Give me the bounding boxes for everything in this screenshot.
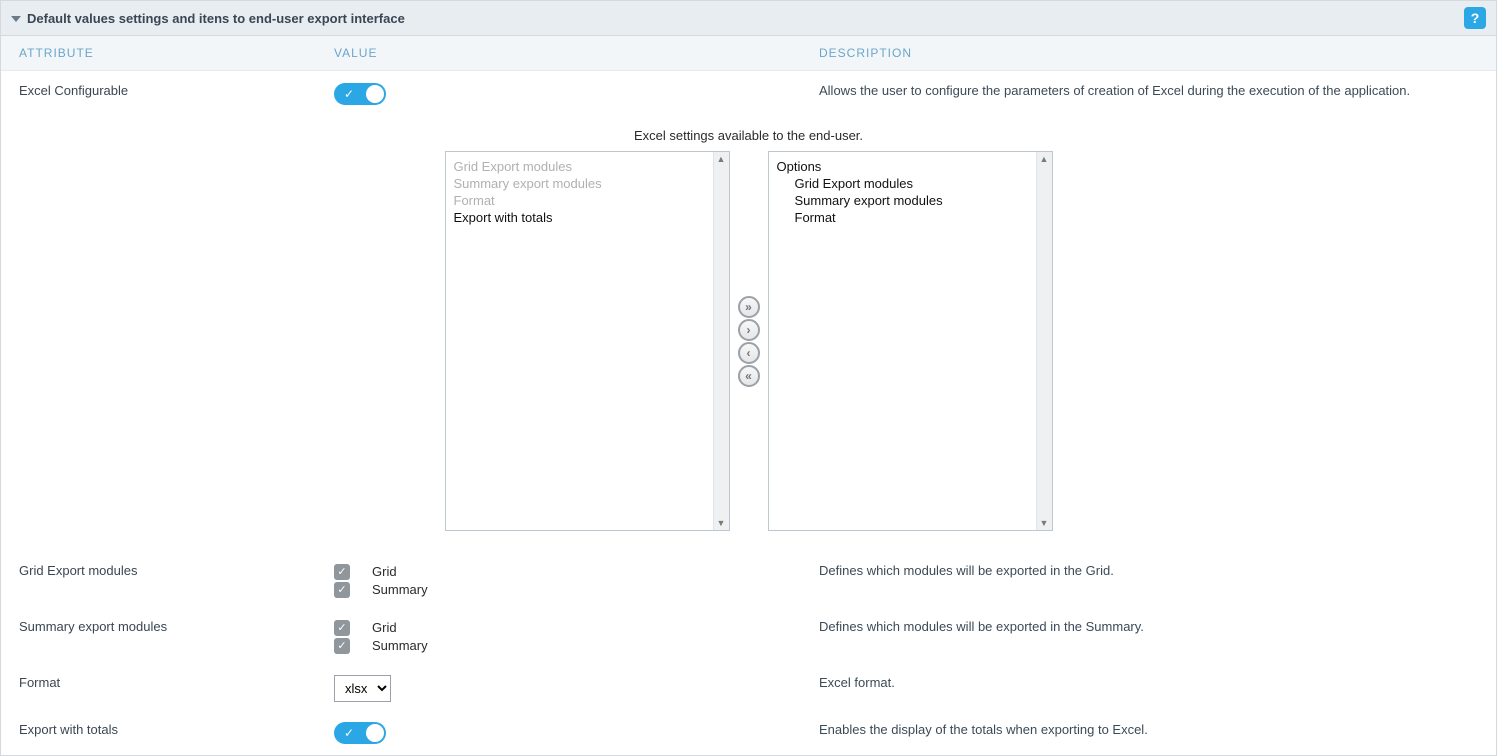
available-listbox[interactable]: Grid Export modules Summary export modul… — [445, 151, 730, 531]
desc-format: Excel format. — [819, 675, 1478, 690]
transfer-buttons: » › ‹ « — [738, 296, 760, 387]
help-icon: ? — [1471, 10, 1480, 26]
collapse-icon[interactable] — [11, 16, 21, 22]
row-summary-modules: Summary export modules ✓ Grid ✓ Summary … — [1, 607, 1496, 663]
checkbox-summary-modules-grid[interactable]: ✓ — [334, 620, 350, 636]
desc-excel-configurable: Allows the user to configure the paramet… — [819, 83, 1478, 98]
header-description: DESCRIPTION — [819, 46, 1478, 60]
attr-export-totals: Export with totals — [19, 722, 334, 737]
panel-title-wrap: Default values settings and itens to end… — [11, 11, 405, 26]
selected-item[interactable]: Grid Export modules — [777, 175, 1028, 192]
move-left-button[interactable]: ‹ — [738, 342, 760, 364]
toggle-knob — [366, 724, 384, 742]
row-format: Format xlsx Excel format. — [1, 663, 1496, 710]
grid-modules-option-grid: ✓ Grid — [334, 563, 819, 581]
summary-modules-option-summary: ✓ Summary — [334, 637, 819, 655]
picklist-wrap: Grid Export modules Summary export modul… — [1, 151, 1496, 531]
value-excel-configurable: ✓ — [334, 83, 819, 108]
value-format: xlsx — [334, 675, 819, 702]
row-grid-modules: Grid Export modules ✓ Grid ✓ Summary Def… — [1, 551, 1496, 607]
grid-modules-option-summary: ✓ Summary — [334, 581, 819, 599]
move-all-left-button[interactable]: « — [738, 365, 760, 387]
checkbox-label: Summary — [372, 637, 428, 655]
selected-scrollbar[interactable]: ▲ ▼ — [1036, 152, 1052, 530]
available-scrollbar[interactable]: ▲ ▼ — [713, 152, 729, 530]
format-select[interactable]: xlsx — [334, 675, 391, 702]
move-right-button[interactable]: › — [738, 319, 760, 341]
panel-header: Default values settings and itens to end… — [1, 1, 1496, 36]
panel-title: Default values settings and itens to end… — [27, 11, 405, 26]
checkbox-summary-modules-summary[interactable]: ✓ — [334, 638, 350, 654]
attr-summary-modules: Summary export modules — [19, 619, 334, 634]
checkbox-label: Grid — [372, 619, 397, 637]
available-item: Grid Export modules — [454, 158, 705, 175]
selected-listbox[interactable]: Options Grid Export modules Summary expo… — [768, 151, 1053, 531]
selected-item[interactable]: Summary export modules — [777, 192, 1028, 209]
desc-export-totals: Enables the display of the totals when e… — [819, 722, 1478, 737]
toggle-excel-configurable[interactable]: ✓ — [334, 83, 386, 105]
summary-modules-option-grid: ✓ Grid — [334, 619, 819, 637]
attr-excel-configurable: Excel Configurable — [19, 83, 334, 98]
header-attribute: ATTRIBUTE — [19, 46, 334, 60]
help-button[interactable]: ? — [1464, 7, 1486, 29]
available-item: Summary export modules — [454, 175, 705, 192]
desc-summary-modules: Defines which modules will be exported i… — [819, 619, 1478, 634]
value-summary-modules: ✓ Grid ✓ Summary — [334, 619, 819, 655]
desc-grid-modules: Defines which modules will be exported i… — [819, 563, 1478, 578]
toggle-export-totals[interactable]: ✓ — [334, 722, 386, 744]
header-value: VALUE — [334, 46, 819, 60]
value-grid-modules: ✓ Grid ✓ Summary — [334, 563, 819, 599]
row-excel-configurable: Excel Configurable ✓ Allows the user to … — [1, 71, 1496, 116]
picklist-caption: Excel settings available to the end-user… — [1, 128, 1496, 143]
toggle-knob — [366, 85, 384, 103]
available-list-content: Grid Export modules Summary export modul… — [446, 152, 713, 530]
value-export-totals: ✓ — [334, 722, 819, 747]
available-item[interactable]: Export with totals — [454, 209, 705, 226]
scroll-up-icon[interactable]: ▲ — [715, 152, 728, 166]
move-all-right-button[interactable]: » — [738, 296, 760, 318]
selected-list-content: Options Grid Export modules Summary expo… — [769, 152, 1036, 530]
checkbox-label: Grid — [372, 563, 397, 581]
check-icon: ✓ — [344, 87, 354, 101]
column-headers: ATTRIBUTE VALUE DESCRIPTION — [1, 36, 1496, 71]
row-export-totals: Export with totals ✓ Enables the display… — [1, 710, 1496, 755]
scroll-down-icon[interactable]: ▼ — [1038, 516, 1051, 530]
checkbox-label: Summary — [372, 581, 428, 599]
checkbox-grid-modules-summary[interactable]: ✓ — [334, 582, 350, 598]
selected-item[interactable]: Format — [777, 209, 1028, 226]
selected-group-header[interactable]: Options — [777, 158, 1028, 175]
settings-panel: Default values settings and itens to end… — [0, 0, 1497, 756]
picklist-section: Excel settings available to the end-user… — [1, 116, 1496, 551]
check-icon: ✓ — [344, 726, 354, 740]
scroll-up-icon[interactable]: ▲ — [1038, 152, 1051, 166]
attr-grid-modules: Grid Export modules — [19, 563, 334, 578]
attr-format: Format — [19, 675, 334, 690]
scroll-down-icon[interactable]: ▼ — [715, 516, 728, 530]
available-item: Format — [454, 192, 705, 209]
checkbox-grid-modules-grid[interactable]: ✓ — [334, 564, 350, 580]
